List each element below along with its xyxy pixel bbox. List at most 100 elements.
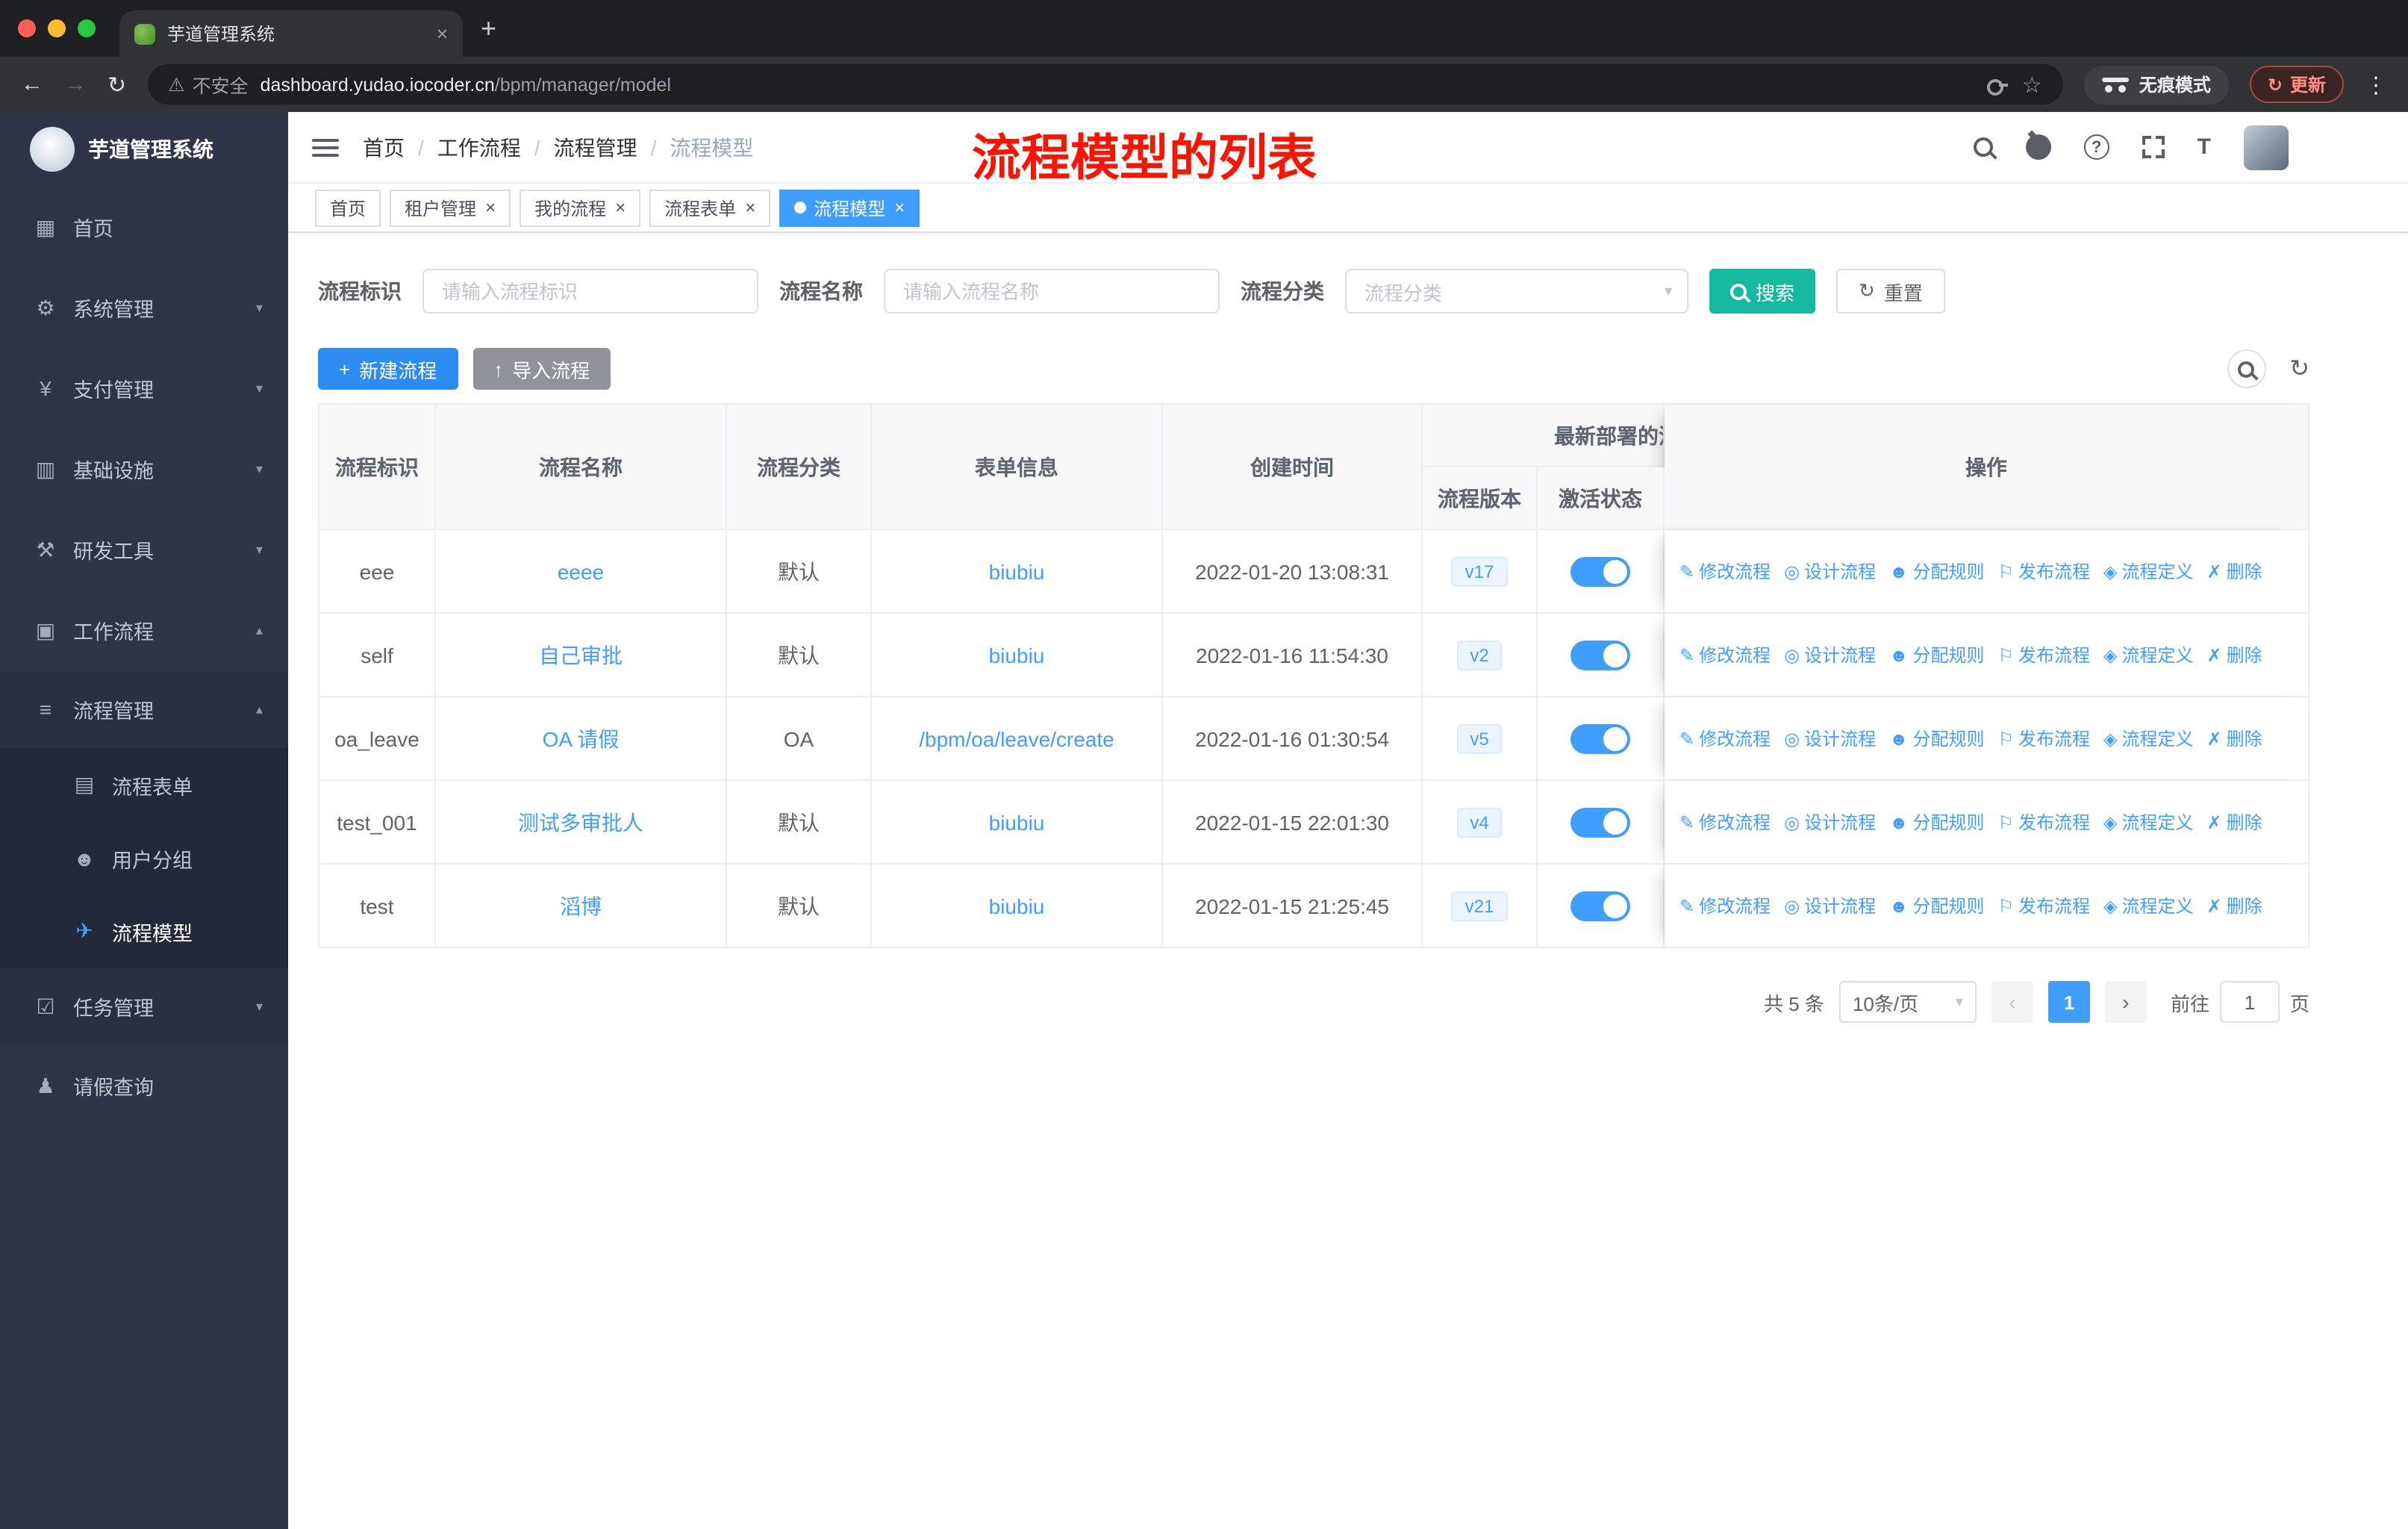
form-info-link[interactable]: biubiu [989, 894, 1045, 918]
row-action-publish-process[interactable]: ⚐ 发布流程 [1997, 726, 2090, 752]
create-process-button[interactable]: + 新建流程 [318, 348, 458, 390]
activation-toggle[interactable] [1570, 556, 1630, 586]
forward-icon[interactable]: → [64, 72, 87, 97]
row-action-process-definition[interactable]: ◈ 流程定义 [2103, 894, 2194, 919]
row-action-delete[interactable]: ✗ 删除 [2207, 559, 2262, 585]
fullscreen-icon[interactable] [2142, 136, 2165, 158]
row-action-modify-process[interactable]: ✎ 修改流程 [1679, 643, 1771, 668]
sidebar-item-process-management[interactable]: ≡ 流程管理 ▴ [0, 670, 288, 748]
row-action-modify-process[interactable]: ✎ 修改流程 [1679, 894, 1771, 919]
sidebar-item-infrastructure[interactable]: ▥ 基础设施 ▾ [0, 429, 288, 509]
activation-toggle[interactable] [1570, 723, 1630, 753]
reload-icon[interactable]: ↻ [107, 71, 126, 98]
browser-tab[interactable]: 芋道管理系统 × [119, 10, 463, 57]
row-action-assign-rule[interactable]: ☻ 分配规则 [1889, 643, 1984, 668]
sidebar-item-leave-query[interactable]: ♟ 请假查询 [0, 1045, 288, 1126]
prev-page-button[interactable]: ‹ [1991, 981, 2033, 1023]
page-number-button[interactable]: 1 [2047, 981, 2090, 1023]
sidebar-item-home[interactable]: ▦ 首页 [0, 187, 288, 267]
browser-menu-icon[interactable]: ⋮ [2365, 71, 2387, 98]
form-info-link[interactable]: biubiu [989, 643, 1045, 667]
page-size-select[interactable]: 10条/页 ▾ [1838, 981, 1977, 1023]
process-name-link[interactable]: OA 请假 [543, 726, 620, 750]
row-action-design-process[interactable]: ◎ 设计流程 [1784, 643, 1876, 668]
breadcrumb-item[interactable]: 首页 [363, 132, 405, 162]
reset-button[interactable]: ↻ 重置 [1836, 269, 1945, 314]
sidebar-item-user-group[interactable]: ☻ 用户分组 [0, 821, 288, 894]
activation-toggle[interactable] [1570, 891, 1630, 921]
password-key-icon[interactable] [1986, 72, 2010, 96]
sidebar-item-process-form[interactable]: ▤ 流程表单 [0, 748, 288, 821]
row-action-modify-process[interactable]: ✎ 修改流程 [1679, 726, 1771, 752]
sidebar-item-system-management[interactable]: ⚙ 系统管理 ▾ [0, 267, 288, 348]
font-size-icon[interactable]: T [2198, 134, 2211, 160]
process-name-link[interactable]: 测试多审批人 [518, 810, 643, 834]
close-icon[interactable]: × [615, 197, 626, 218]
tag-process-model[interactable]: 流程模型 × [779, 189, 920, 226]
row-action-process-definition[interactable]: ◈ 流程定义 [2103, 810, 2194, 835]
security-status[interactable]: ⚠ 不安全 [168, 70, 248, 99]
row-action-process-definition[interactable]: ◈ 流程定义 [2103, 726, 2194, 752]
row-action-delete[interactable]: ✗ 删除 [2207, 643, 2262, 668]
next-page-button[interactable]: › [2104, 981, 2147, 1023]
window-minimize-button[interactable] [48, 19, 66, 37]
sidebar-item-dev-tools[interactable]: ⚒ 研发工具 ▾ [0, 509, 288, 590]
row-action-assign-rule[interactable]: ☻ 分配规则 [1889, 894, 1984, 919]
toggle-search-button[interactable] [2227, 349, 2266, 388]
activation-toggle[interactable] [1570, 807, 1630, 837]
browser-update-button[interactable]: ↻ 更新 [2249, 66, 2344, 103]
row-action-modify-process[interactable]: ✎ 修改流程 [1679, 810, 1771, 835]
sidebar-collapse-icon[interactable] [312, 138, 339, 156]
address-bar[interactable]: ⚠ 不安全 dashboard.yudao.iocoder.cn/bpm/man… [147, 64, 2063, 105]
row-action-publish-process[interactable]: ⚐ 发布流程 [1997, 643, 2090, 668]
close-icon[interactable]: × [894, 197, 905, 218]
row-action-assign-rule[interactable]: ☻ 分配规则 [1889, 559, 1984, 585]
row-action-publish-process[interactable]: ⚐ 发布流程 [1997, 810, 2090, 835]
user-avatar[interactable] [2244, 125, 2289, 169]
row-action-publish-process[interactable]: ⚐ 发布流程 [1997, 559, 2090, 585]
breadcrumb-item[interactable]: 流程管理 [554, 132, 637, 162]
help-icon[interactable]: ? [2083, 134, 2109, 160]
row-action-design-process[interactable]: ◎ 设计流程 [1784, 894, 1876, 919]
process-key-input[interactable] [422, 269, 758, 314]
tab-close-icon[interactable]: × [437, 22, 448, 45]
process-category-select[interactable]: 流程分类 ▾ [1345, 269, 1688, 314]
process-name-link[interactable]: 滔博 [560, 894, 602, 918]
form-info-link[interactable]: biubiu [989, 810, 1045, 834]
refresh-table-icon[interactable]: ↻ [2289, 354, 2309, 384]
sidebar-item-process-model[interactable]: ✈ 流程模型 [0, 894, 288, 968]
row-action-design-process[interactable]: ◎ 设计流程 [1784, 726, 1876, 752]
process-name-link[interactable]: eeee [558, 559, 604, 583]
sidebar-item-workflow[interactable]: ▣ 工作流程 ▴ [0, 590, 288, 670]
row-action-assign-rule[interactable]: ☻ 分配规则 [1889, 726, 1984, 752]
tag-tenant-management[interactable]: 租户管理 × [390, 189, 511, 226]
tag-home[interactable]: 首页 [315, 189, 381, 226]
row-action-process-definition[interactable]: ◈ 流程定义 [2103, 643, 2194, 668]
row-action-process-definition[interactable]: ◈ 流程定义 [2103, 559, 2194, 585]
bookmark-star-icon[interactable]: ☆ [2022, 71, 2042, 98]
window-zoom-button[interactable] [78, 19, 96, 37]
close-icon[interactable]: × [485, 197, 496, 218]
search-button[interactable]: 搜索 [1709, 269, 1816, 314]
tag-process-form[interactable]: 流程表单 × [649, 189, 771, 226]
row-action-design-process[interactable]: ◎ 设计流程 [1784, 810, 1876, 835]
row-action-modify-process[interactable]: ✎ 修改流程 [1679, 559, 1771, 585]
github-icon[interactable] [2025, 134, 2051, 160]
tag-my-process[interactable]: 我的流程 × [520, 189, 641, 226]
goto-page-input[interactable] [2219, 981, 2280, 1023]
process-name-input[interactable] [884, 269, 1220, 314]
sidebar-logo[interactable]: 芋道管理系统 [0, 112, 288, 187]
import-process-button[interactable]: ↑ 导入流程 [472, 348, 611, 390]
search-icon[interactable] [1973, 137, 1993, 157]
window-close-button[interactable] [18, 19, 36, 37]
row-action-delete[interactable]: ✗ 删除 [2207, 894, 2262, 919]
process-name-link[interactable]: 自己审批 [539, 643, 623, 667]
row-action-delete[interactable]: ✗ 删除 [2207, 726, 2262, 752]
row-action-design-process[interactable]: ◎ 设计流程 [1784, 559, 1876, 585]
back-icon[interactable]: ← [21, 72, 43, 97]
row-action-assign-rule[interactable]: ☻ 分配规则 [1889, 810, 1984, 835]
breadcrumb-item[interactable]: 工作流程 [437, 132, 521, 162]
row-action-delete[interactable]: ✗ 删除 [2207, 810, 2262, 835]
form-info-link[interactable]: biubiu [989, 559, 1045, 583]
row-action-publish-process[interactable]: ⚐ 发布流程 [1997, 894, 2090, 919]
